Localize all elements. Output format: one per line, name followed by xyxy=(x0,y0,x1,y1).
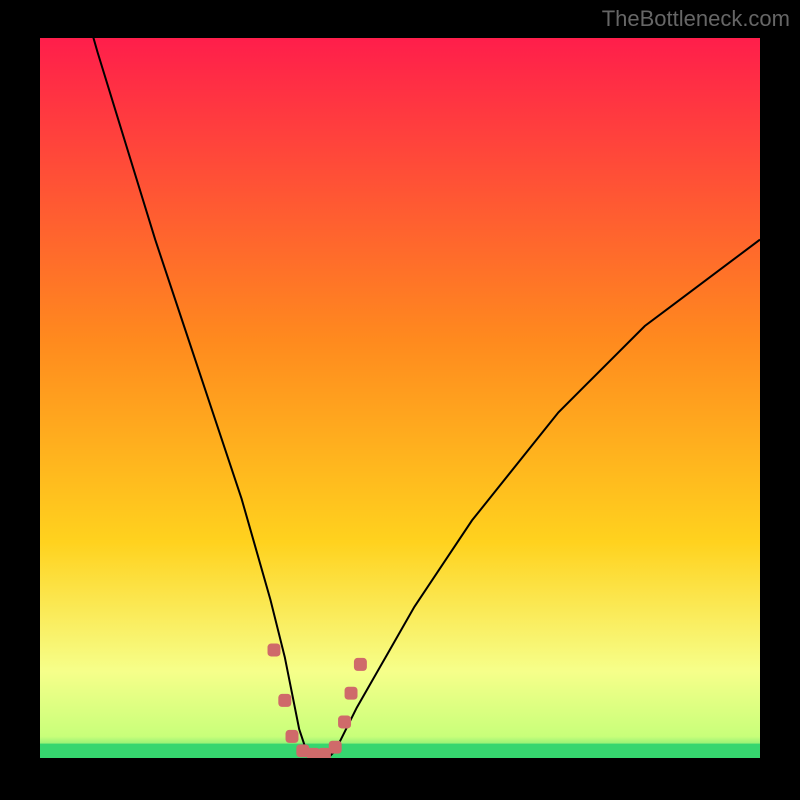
watermark-text: TheBottleneck.com xyxy=(602,6,790,32)
threshold-marker xyxy=(338,716,351,729)
threshold-marker xyxy=(354,658,367,671)
threshold-marker xyxy=(268,644,281,657)
threshold-marker xyxy=(286,730,299,743)
threshold-marker xyxy=(278,694,291,707)
threshold-marker xyxy=(329,741,342,754)
chart-frame: TheBottleneck.com xyxy=(0,0,800,800)
threshold-marker xyxy=(345,687,358,700)
ground-band xyxy=(40,744,760,758)
plot-area xyxy=(40,38,760,758)
chart-svg xyxy=(40,38,760,758)
gradient-background xyxy=(40,38,760,758)
